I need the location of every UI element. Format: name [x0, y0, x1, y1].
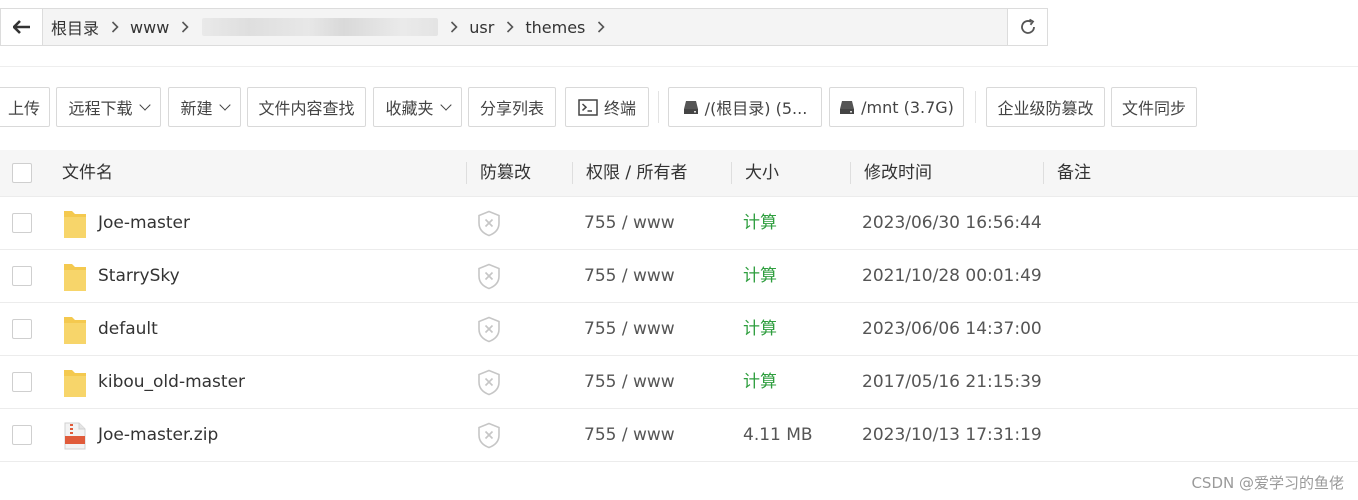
file-name[interactable]: StarrySky [98, 250, 180, 303]
enterprise-tamper-button[interactable]: 企业级防篡改 [986, 87, 1105, 127]
modified-time: 2023/06/30 16:56:44 [862, 213, 1042, 233]
permission[interactable]: 755 / www [584, 356, 675, 409]
file-sync-button[interactable]: 文件同步 [1111, 87, 1197, 127]
calc-size-link[interactable]: 计算 [743, 303, 777, 356]
table-row[interactable]: Joe-master.zip 755 / www 4.11 MB 2023/10… [0, 409, 1358, 462]
breadcrumb: 根目录 www usr themes [42, 8, 1008, 46]
toolbar: 上传 远程下载 新建 文件内容查找 收藏夹 分享列表 终端 /(根目录) (5.… [0, 87, 1358, 127]
watermark: CSDN @爱学习的鱼佬 [1191, 474, 1344, 492]
column-divider [466, 162, 467, 184]
new-button[interactable]: 新建 [168, 87, 241, 127]
table-row[interactable]: kibou_old-master 755 / www 计算 2017/05/16… [0, 356, 1358, 409]
refresh-icon [1020, 18, 1035, 34]
chevron-right-icon [181, 21, 189, 33]
row-checkbox[interactable] [12, 372, 32, 392]
redacted-path-segment [202, 18, 439, 36]
chevron-right-icon [506, 21, 514, 33]
table-row[interactable]: Joe-master 755 / www 计算 2023/06/30 16:56… [0, 197, 1358, 250]
share-list-button[interactable]: 分享列表 [468, 87, 556, 127]
breadcrumb-usr[interactable]: usr [469, 18, 494, 37]
shield-x-icon[interactable] [477, 263, 501, 290]
chevron-down-icon [439, 99, 452, 111]
shield-x-icon[interactable] [477, 422, 501, 449]
chevron-right-icon [597, 21, 606, 33]
back-button[interactable] [0, 8, 42, 46]
table-row[interactable]: default 755 / www 计算 2023/06/06 14:37:00 [0, 303, 1358, 356]
breadcrumb-root[interactable]: 根目录 [51, 15, 99, 39]
chevron-right-icon [450, 21, 458, 33]
refresh-button[interactable] [1008, 8, 1048, 46]
header-note: 备注 [1057, 163, 1091, 183]
favorites-button[interactable]: 收藏夹 [373, 87, 462, 127]
permission[interactable]: 755 / www [584, 250, 675, 303]
zip-file-icon [64, 422, 86, 450]
header-size[interactable]: 大小 [745, 150, 779, 196]
divider [0, 66, 1358, 67]
file-name[interactable]: Joe-master.zip [98, 409, 218, 462]
header-mtime[interactable]: 修改时间 [864, 150, 932, 196]
select-all-checkbox[interactable] [12, 163, 32, 183]
chevron-down-icon [218, 99, 231, 111]
row-checkbox[interactable] [12, 319, 32, 339]
header-tamper: 防篡改 [480, 163, 531, 183]
file-name[interactable]: kibou_old-master [98, 356, 245, 409]
permission[interactable]: 755 / www [584, 409, 675, 462]
column-divider [572, 162, 573, 184]
row-checkbox[interactable] [12, 266, 32, 286]
table-header: 文件名 防篡改 权限 / 所有者 大小 修改时间 备注 [0, 150, 1358, 197]
row-checkbox[interactable] [12, 213, 32, 233]
folder-icon [64, 370, 86, 397]
file-name[interactable]: Joe-master [98, 197, 190, 250]
shield-x-icon[interactable] [477, 210, 501, 237]
permission[interactable]: 755 / www [584, 197, 675, 250]
shield-x-icon[interactable] [477, 369, 501, 396]
column-divider [850, 162, 851, 184]
header-name[interactable]: 文件名 [62, 150, 113, 196]
table-row[interactable]: StarrySky 755 / www 计算 2021/10/28 00:01:… [0, 250, 1358, 303]
row-checkbox[interactable] [12, 425, 32, 445]
permission[interactable]: 755 / www [584, 303, 675, 356]
disk-icon [840, 100, 855, 114]
shield-x-icon[interactable] [477, 316, 501, 343]
arrow-left-icon [12, 20, 30, 34]
modified-time: 2023/10/13 17:31:19 [862, 425, 1042, 445]
calc-size-link[interactable]: 计算 [743, 250, 777, 303]
column-divider [1043, 162, 1044, 184]
search-content-button[interactable]: 文件内容查找 [247, 87, 366, 127]
header-perm: 权限 / 所有者 [586, 163, 688, 183]
disk-icon [683, 100, 698, 114]
folder-icon [64, 317, 86, 344]
remote-download-button[interactable]: 远程下载 [56, 87, 161, 127]
terminal-icon [578, 98, 598, 116]
column-divider [731, 162, 732, 184]
folder-icon [64, 211, 86, 238]
modified-time: 2023/06/06 14:37:00 [862, 319, 1042, 339]
file-name[interactable]: default [98, 303, 158, 356]
file-size: 4.11 MB [743, 425, 813, 445]
modified-time: 2021/10/28 00:01:49 [862, 266, 1042, 286]
breadcrumb-www[interactable]: www [130, 18, 169, 37]
disk-root-button[interactable]: /(根目录) (5... [668, 87, 822, 127]
disk-mnt-button[interactable]: /mnt (3.7G) [829, 87, 964, 127]
modified-time: 2017/05/16 21:15:39 [862, 372, 1042, 392]
chevron-down-icon [138, 99, 151, 111]
folder-icon [64, 264, 86, 291]
terminal-button[interactable]: 终端 [565, 87, 649, 127]
calc-size-link[interactable]: 计算 [743, 197, 777, 250]
divider [658, 91, 659, 123]
upload-button[interactable]: 上传 [0, 87, 50, 127]
divider [975, 91, 976, 123]
chevron-right-icon [111, 21, 119, 33]
calc-size-link[interactable]: 计算 [743, 356, 777, 409]
breadcrumb-themes[interactable]: themes [525, 18, 585, 37]
address-bar: 根目录 www usr themes [0, 8, 1048, 46]
